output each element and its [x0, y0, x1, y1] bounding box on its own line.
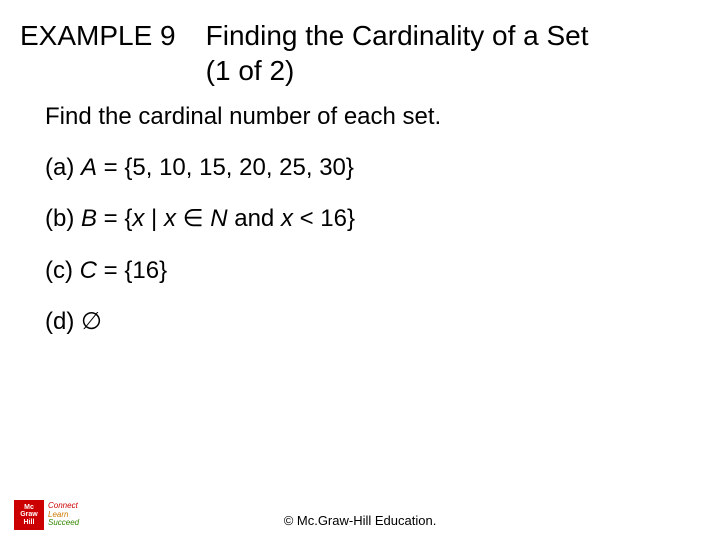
item-b-open: = {: [97, 205, 132, 232]
item-b-tail: 16}: [314, 205, 355, 232]
item-a-rest: = {5, 10, 15, 20, 25, 30}: [97, 154, 354, 181]
item-b: (b) B = {x | x ∈ N and x < 16}: [45, 200, 700, 237]
item-b-x2: x: [164, 205, 176, 232]
item-b-x3: x: [281, 205, 293, 232]
instruction-text: Find the cardinal number of each set.: [45, 98, 700, 135]
tag-connect: Connect: [48, 501, 78, 510]
item-c: (c) C = {16}: [45, 252, 700, 289]
item-b-sp1: [176, 205, 183, 232]
logo-l1: Mc: [24, 504, 34, 511]
item-b-var: B: [81, 205, 97, 232]
item-b-bar: |: [144, 205, 164, 232]
item-d-prefix: (d): [45, 308, 81, 335]
item-b-N: N: [210, 205, 227, 232]
item-d: (d) ∅: [45, 303, 700, 340]
title-line-1: Finding the Cardinality of a Set: [206, 20, 589, 51]
item-c-rest: = {16}: [97, 257, 167, 284]
item-a-var: A: [81, 154, 97, 181]
item-b-sp3: [293, 205, 300, 232]
item-c-prefix: (c): [45, 257, 80, 284]
item-a: (a) A = {5, 10, 15, 20, 25, 30}: [45, 149, 700, 186]
item-a-prefix: (a): [45, 154, 81, 181]
less-than-icon: <: [300, 205, 314, 232]
slide-header: EXAMPLE 9 Finding the Cardinality of a S…: [0, 0, 720, 98]
element-of-icon: ∈: [183, 205, 204, 232]
item-b-and: and: [228, 205, 281, 232]
item-b-x1: x: [132, 205, 144, 232]
slide-title: Finding the Cardinality of a Set (1 of 2…: [206, 18, 589, 88]
slide: EXAMPLE 9 Finding the Cardinality of a S…: [0, 0, 720, 540]
item-c-var: C: [80, 257, 97, 284]
empty-set-icon: ∅: [81, 308, 102, 335]
copyright-text: © Mc.Graw-Hill Education.: [0, 513, 720, 528]
slide-body: Find the cardinal number of each set. (a…: [0, 98, 720, 340]
item-b-prefix: (b): [45, 205, 81, 232]
title-line-2: (1 of 2): [206, 55, 295, 86]
example-label: EXAMPLE 9: [20, 18, 176, 52]
